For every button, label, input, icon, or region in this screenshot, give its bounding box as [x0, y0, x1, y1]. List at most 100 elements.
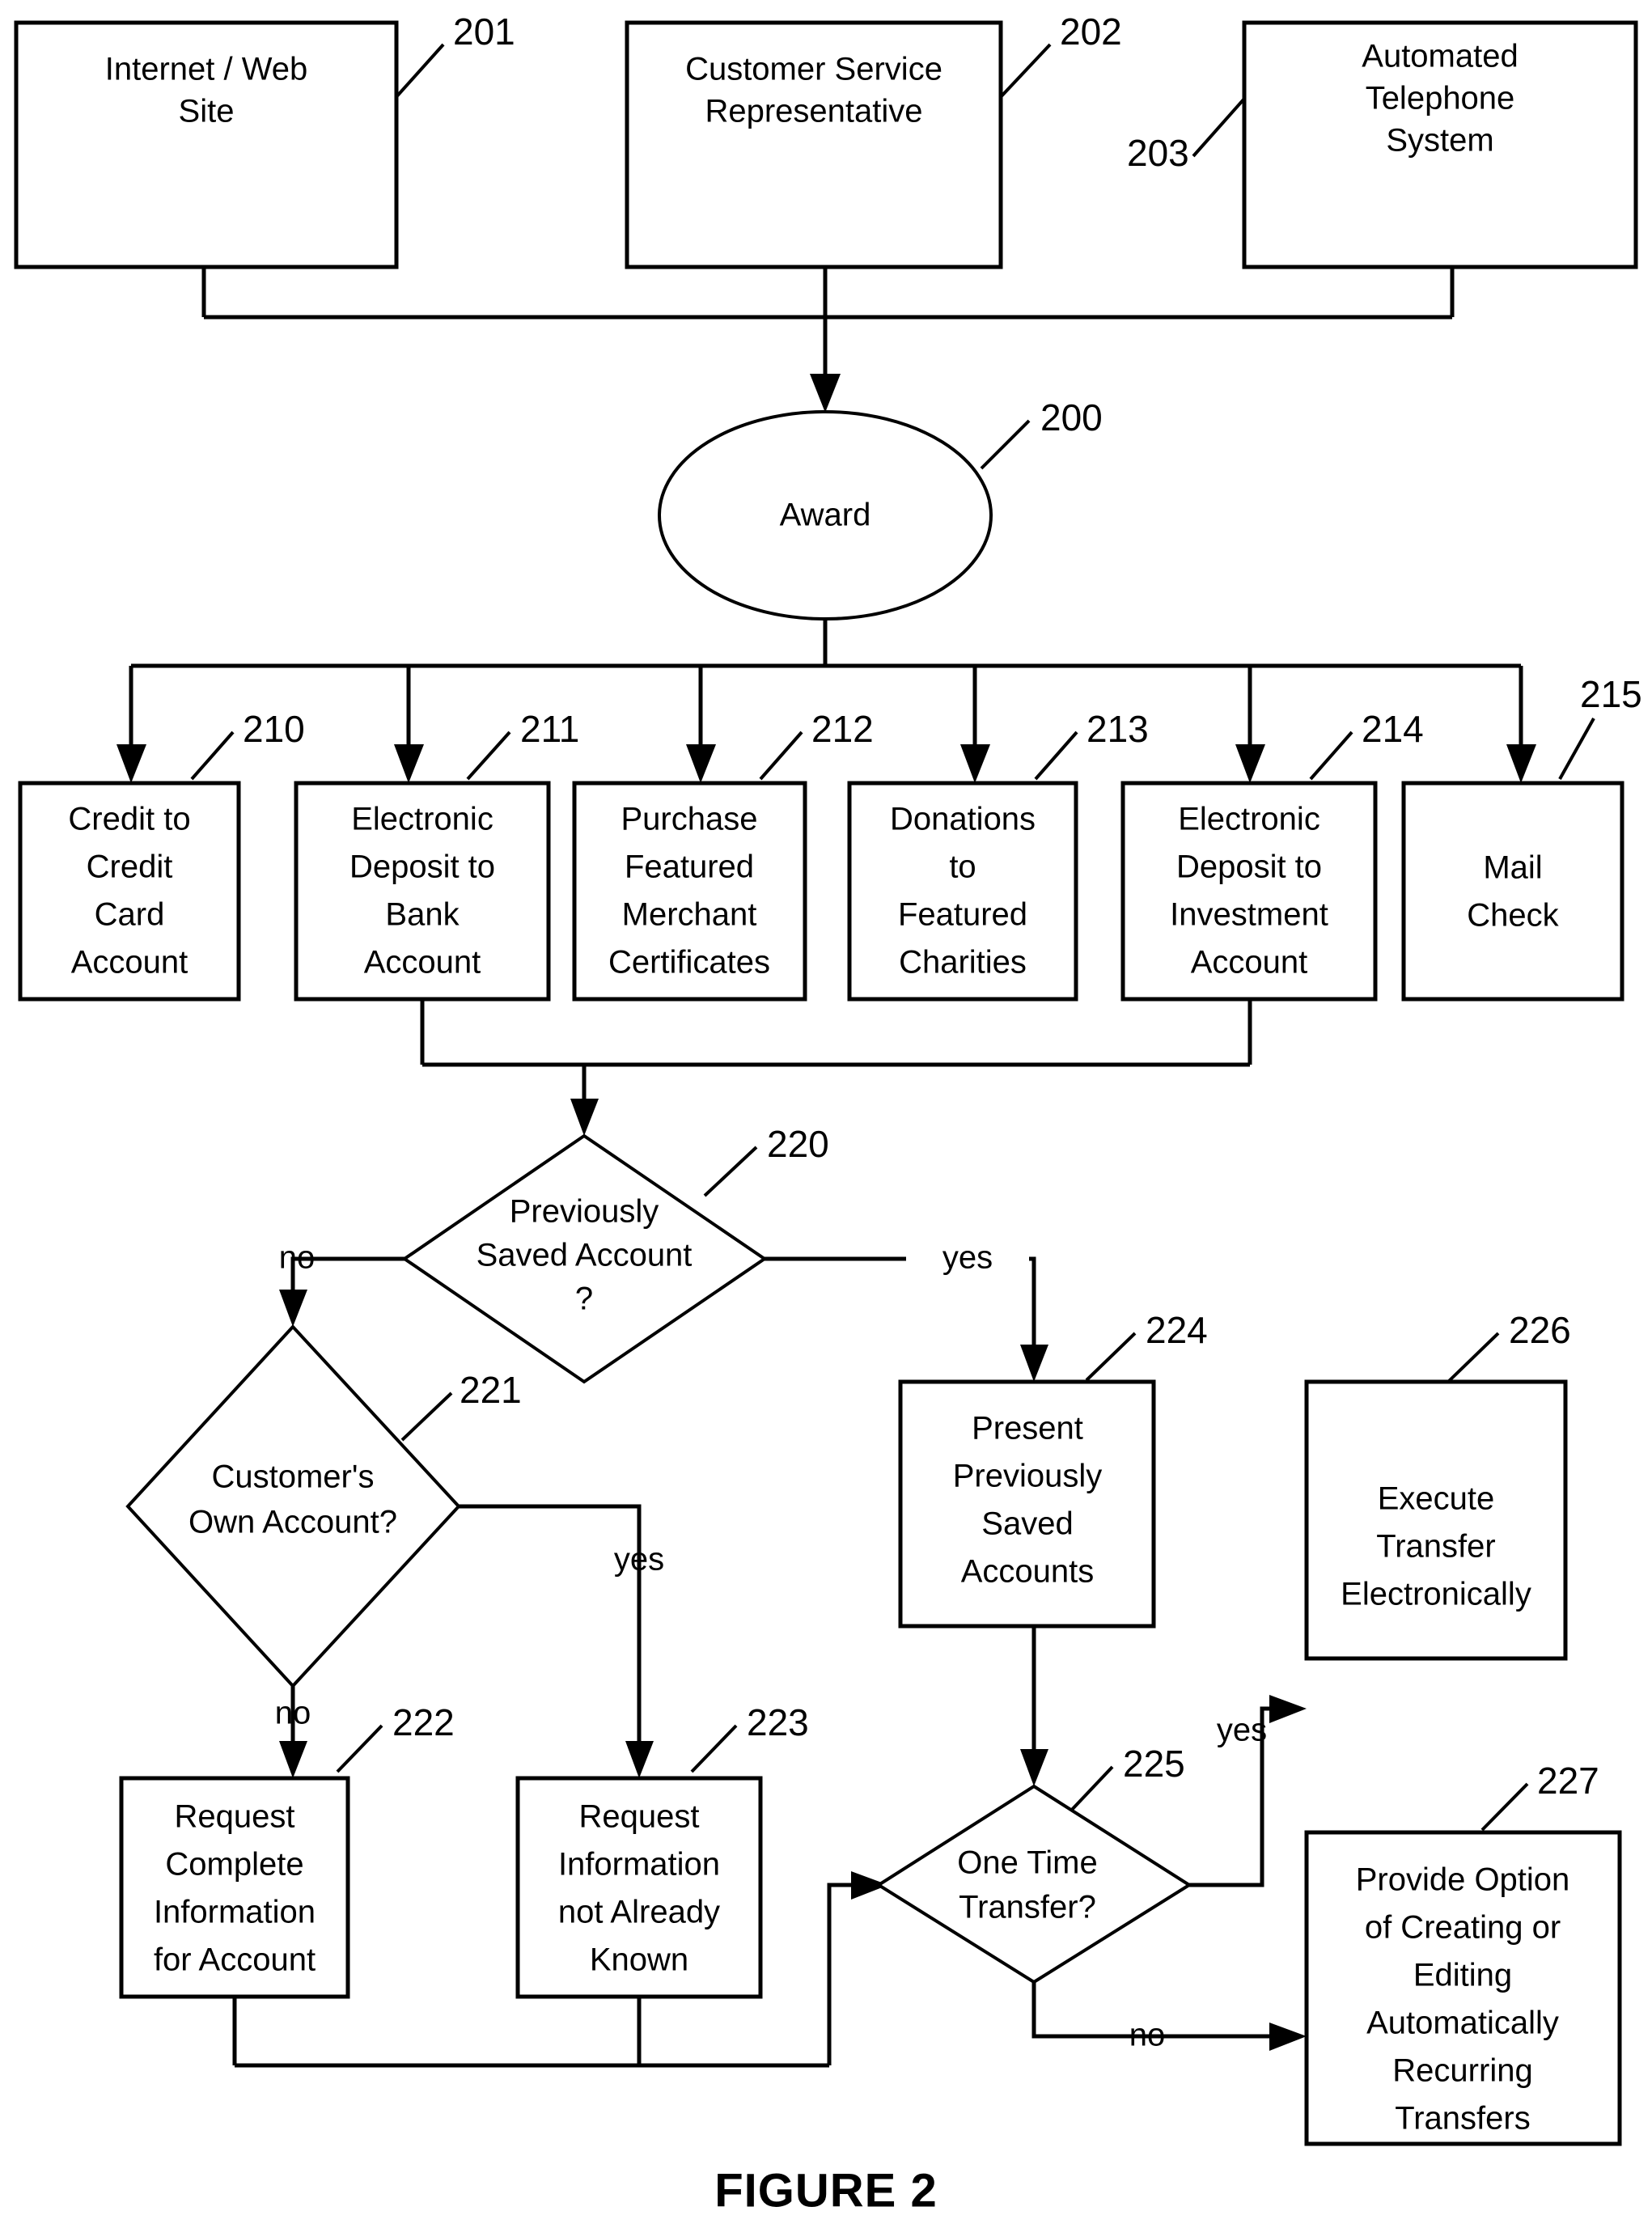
leader-220: [703, 1146, 758, 1197]
arrowhead-211: [394, 744, 424, 783]
node-215-line-1: Check: [1467, 898, 1559, 934]
node-226-box[interactable]: [1304, 1379, 1568, 1661]
arrowhead-220: [570, 1099, 599, 1136]
node-211-line-1: Deposit to: [349, 849, 495, 885]
leader-221: [400, 1391, 453, 1442]
node-212-line-1: Featured: [625, 849, 754, 885]
node-220-line-0: Previously: [510, 1194, 659, 1230]
node-213-line-0: Donations: [890, 802, 1036, 837]
node-212-line-0: Purchase: [621, 802, 758, 837]
ref-label-200: 200: [1040, 396, 1103, 438]
node-212-line-2: Merchant: [622, 897, 757, 933]
node-customers-own-account-decision[interactable]: Customer's Own Account?: [125, 1324, 461, 1688]
arrowhead-215: [1506, 744, 1536, 783]
node-212-line-3: Certificates: [608, 945, 770, 981]
node-214-line-3: Account: [1191, 945, 1308, 981]
edge-label-225-no: no: [1129, 2018, 1166, 2053]
arrowhead-222: [279, 1741, 307, 1778]
arrowhead-212: [686, 744, 716, 783]
node-201-line-0: Internet / Web: [105, 52, 308, 87]
node-227-line-4: Recurring: [1392, 2053, 1532, 2089]
arrowhead-213: [960, 744, 990, 783]
node-226-line-2: Electronically: [1341, 1577, 1531, 1612]
leader-214: [1309, 731, 1353, 781]
leader-212: [759, 731, 803, 781]
leader-223: [690, 1724, 738, 1773]
leader-222: [336, 1724, 383, 1773]
node-mail-check[interactable]: Mail Check: [1401, 781, 1624, 1002]
node-211-line-0: Electronic: [351, 802, 493, 837]
edge-221-yes-to-223: [457, 1504, 642, 1756]
node-internet-web-site[interactable]: Internet / Web Site: [14, 20, 399, 269]
node-227-line-5: Transfers: [1395, 2101, 1530, 2137]
leader-202: [997, 43, 1052, 101]
node-227-line-2: Editing: [1413, 1958, 1512, 1993]
ref-label-223: 223: [747, 1701, 809, 1743]
node-227-line-1: of Creating or: [1365, 1910, 1561, 1946]
leader-227: [1480, 1782, 1529, 1832]
node-200-line-0: Award: [780, 498, 871, 533]
node-request-information-not-already-known[interactable]: Request Information not Already Known: [515, 1776, 763, 1999]
node-222-line-0: Request: [175, 1799, 295, 1835]
node-customer-service-representative[interactable]: Customer Service Representative: [625, 20, 1003, 269]
arrowhead-214: [1235, 744, 1265, 783]
node-214-line-1: Deposit to: [1176, 849, 1322, 885]
edge-label-220-yes: yes: [942, 1240, 993, 1276]
node-credit-to-credit-card-account[interactable]: Credit to Credit Card Account: [18, 781, 241, 1002]
node-purchase-featured-merchant-certificates[interactable]: Purchase Featured Merchant Certificates: [572, 781, 807, 1002]
ref-label-214: 214: [1362, 708, 1424, 750]
node-present-previously-saved-accounts[interactable]: Present Previously Saved Accounts: [898, 1379, 1156, 1629]
arrowhead-210: [116, 744, 146, 783]
node-223-line-2: not Already: [558, 1895, 720, 1930]
node-227-line-0: Provide Option: [1356, 1862, 1570, 1898]
node-224-line-1: Previously: [953, 1459, 1103, 1494]
edge-220-yes-seg2: [1029, 1256, 1036, 1359]
ref-label-221: 221: [460, 1369, 522, 1411]
node-213-line-1: to: [949, 849, 976, 885]
node-award[interactable]: Award: [658, 410, 993, 621]
node-automated-telephone-system[interactable]: Automated Telephone System: [1242, 20, 1638, 269]
node-electronic-deposit-to-bank-account[interactable]: Electronic Deposit to Bank Account: [294, 781, 551, 1002]
node-225-diamond[interactable]: [875, 1784, 1192, 1984]
node-210-line-1: Credit: [87, 849, 173, 885]
node-request-complete-information-for-account[interactable]: Request Complete Information for Account: [119, 1776, 350, 1999]
ref-label-202: 202: [1060, 11, 1122, 53]
node-previously-saved-account-decision[interactable]: Previously Saved Account ?: [401, 1133, 768, 1384]
leader-226: [1447, 1332, 1500, 1383]
node-202-line-0: Customer Service: [685, 52, 942, 87]
node-electronic-deposit-to-investment-account[interactable]: Electronic Deposit to Investment Account: [1120, 781, 1378, 1002]
node-one-time-transfer-decision[interactable]: One Time Transfer?: [875, 1784, 1192, 1984]
leader-225: [1068, 1765, 1114, 1814]
node-223-line-3: Known: [590, 1942, 688, 1978]
node-execute-transfer-electronically[interactable]: Execute Transfer Electronically: [1304, 1379, 1568, 1661]
edge-bottom-merge-to-225: [827, 1883, 864, 2065]
node-220-line-2: ?: [575, 1281, 593, 1317]
arrowhead-221: [279, 1290, 307, 1327]
ref-label-224: 224: [1146, 1309, 1208, 1351]
node-provide-option-recurring-transfers[interactable]: Provide Option of Creating or Editing Au…: [1304, 1830, 1622, 2146]
node-220-line-1: Saved Account: [477, 1238, 693, 1273]
node-224-line-3: Accounts: [961, 1554, 1095, 1590]
ref-label-213: 213: [1087, 708, 1149, 750]
arrowhead-225-top: [1020, 1749, 1048, 1786]
ref-label-215: 215: [1580, 673, 1642, 715]
node-215-box[interactable]: [1401, 781, 1624, 1002]
node-201-line-1: Site: [179, 94, 235, 129]
node-225-line-0: One Time: [957, 1845, 1097, 1881]
node-202-line-1: Representative: [705, 94, 922, 129]
leader-203: [1192, 97, 1246, 158]
ref-label-201: 201: [453, 11, 515, 53]
leader-210: [190, 731, 235, 781]
ref-label-210: 210: [243, 708, 305, 750]
ref-label-222: 222: [392, 1701, 455, 1743]
node-222-line-2: Information: [154, 1895, 316, 1930]
ref-label-203: 203: [1127, 132, 1189, 174]
node-215-line-0: Mail: [1483, 850, 1542, 886]
node-223-line-0: Request: [579, 1799, 700, 1835]
arrowhead-227: [1269, 2023, 1307, 2051]
arrowhead-into-award: [810, 374, 841, 413]
arrowhead-223: [625, 1741, 654, 1778]
node-226-line-0: Execute: [1378, 1481, 1495, 1517]
node-donations-to-featured-charities[interactable]: Donations to Featured Charities: [847, 781, 1078, 1002]
leader-213: [1034, 731, 1078, 781]
